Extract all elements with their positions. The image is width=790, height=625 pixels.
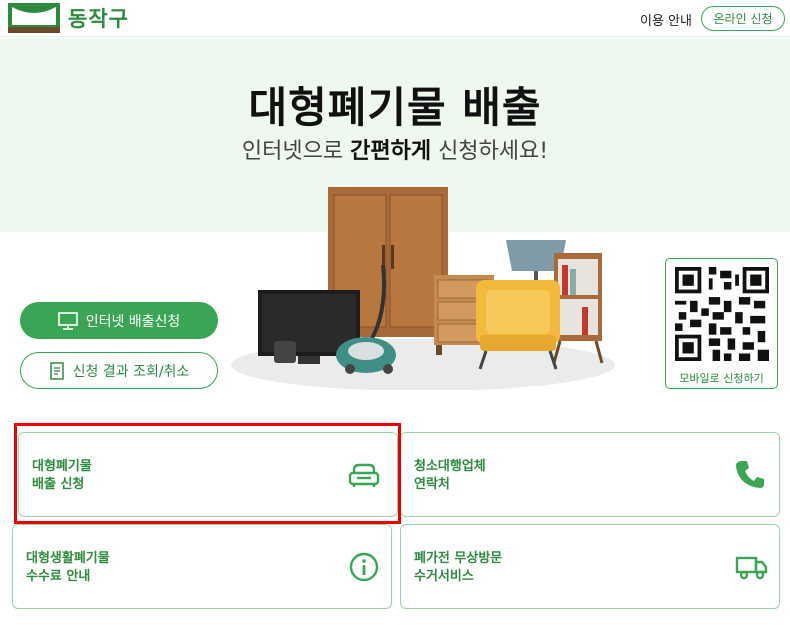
- card-appliance-pickup[interactable]: 폐가전 무상방문 수거서비스: [400, 524, 780, 609]
- card-text: 폐가전 무상방문 수거서비스: [414, 550, 502, 586]
- internet-apply-label: 인터넷 배출신청: [85, 313, 181, 330]
- qr-code-icon: [675, 267, 769, 361]
- card-text: 청소대행업체 연락처: [414, 458, 486, 494]
- hero-subtitle-bold: 간편하게: [350, 139, 432, 164]
- top-header: 동작구 이용 안내 온라인 신청: [0, 0, 790, 37]
- card-line2: 연락처: [414, 477, 450, 492]
- card-line1: 청소대행업체: [414, 459, 486, 474]
- qr-mobile-apply[interactable]: 모바일로 신청하기: [665, 258, 778, 389]
- nav-online-apply-button[interactable]: 온라인 신청: [701, 6, 785, 31]
- monitor-icon: [57, 311, 78, 330]
- document-icon: [49, 361, 64, 380]
- card-line1: 대형생활폐기물: [26, 551, 110, 566]
- card-cleaning-contractor[interactable]: 청소대행업체 연락처: [400, 432, 780, 517]
- card-line2: 수거서비스: [414, 569, 474, 584]
- internet-apply-button[interactable]: 인터넷 배출신청: [20, 302, 218, 339]
- phone-icon: [736, 461, 764, 488]
- logo-text: 동작구: [68, 7, 129, 31]
- nav-usage-guide-link[interactable]: 이용 안내: [640, 10, 692, 29]
- card-text: 대형생활폐기물 수수료 안내: [26, 550, 110, 586]
- dongjak-logo[interactable]: 동작구: [8, 3, 129, 33]
- furniture-illustration: [231, 187, 615, 390]
- logo-mark-icon: [8, 3, 60, 33]
- truck-icon: [735, 556, 768, 580]
- hero-subtitle-pre: 인터넷으로: [241, 139, 351, 164]
- hero-subtitle-post: 신청하세요!: [431, 139, 549, 164]
- hero-title: 대형폐기물 배출: [248, 83, 542, 132]
- hero-subtitle: 인터넷으로 간편하게 신청하세요!: [0, 133, 790, 165]
- card-line1: 폐가전 무상방문: [414, 551, 503, 566]
- card-fee-guide[interactable]: 대형생활폐기물 수수료 안내: [12, 524, 392, 609]
- highlight-box: [14, 423, 401, 524]
- card-line2: 수수료 안내: [26, 569, 91, 584]
- info-icon: [349, 552, 379, 582]
- result-lookup-label: 신청 결과 조회/취소: [72, 363, 190, 380]
- result-lookup-button[interactable]: 신청 결과 조회/취소: [20, 352, 218, 389]
- qr-label: 모바일로 신청하기: [679, 372, 764, 385]
